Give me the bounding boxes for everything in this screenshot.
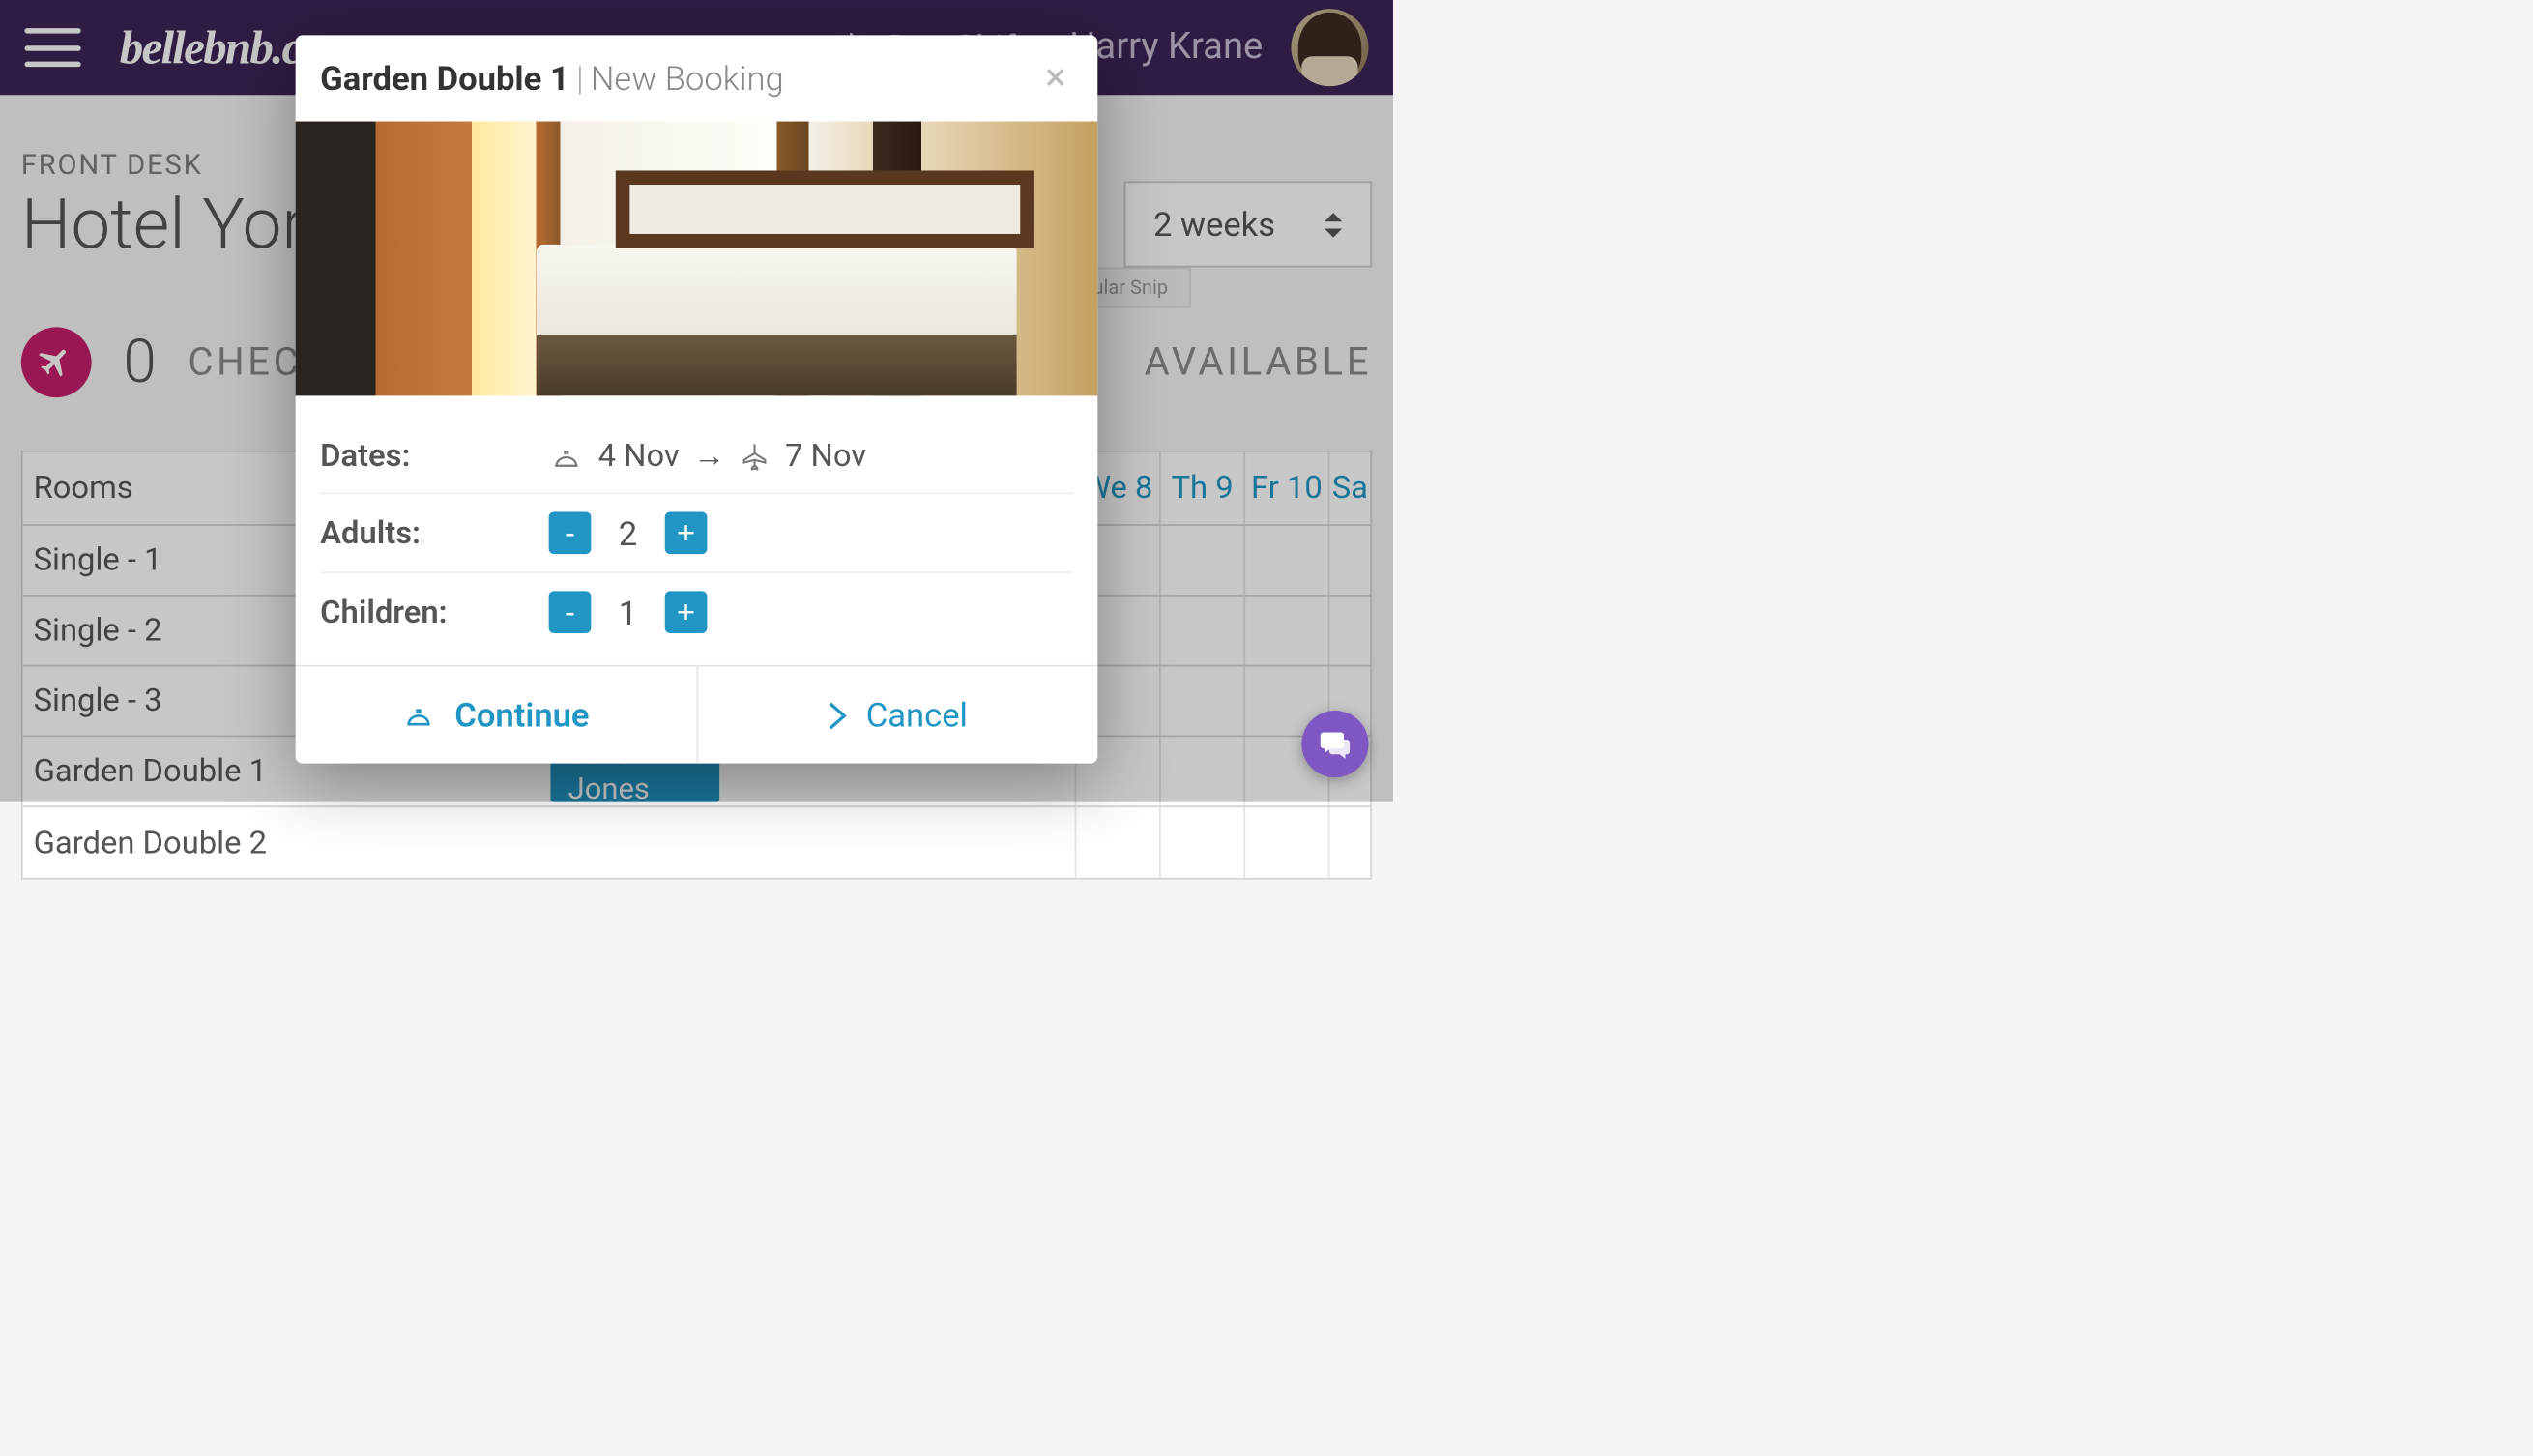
modal-header: Garden Double 1|New Booking × [296,35,1098,121]
plane-icon [740,441,772,473]
chat-icon [1318,726,1353,761]
dates-label: Dates: [320,438,549,475]
children-increment[interactable]: + [665,591,708,633]
children-decrement[interactable]: - [549,591,592,633]
room-row[interactable]: Garden Double 2 .... [23,807,1371,878]
bell-icon [402,701,437,729]
bell-icon [549,443,584,471]
adults-stepper: - 2 + [549,511,708,554]
modal-footer: Continue Cancel [296,665,1098,764]
room-image [296,122,1098,396]
close-button[interactable]: × [1038,56,1073,100]
checkout-date: 7 Nov [785,438,866,475]
adults-decrement[interactable]: - [549,511,592,554]
chevron-right-icon [828,699,849,731]
checkin-date: 4 Nov [598,438,680,475]
chat-button[interactable] [1301,711,1368,777]
room-name: Garden Double 2 [23,824,456,860]
arrow-icon: → [693,438,725,475]
continue-button[interactable]: Continue [296,667,698,764]
adults-increment[interactable]: + [665,511,708,554]
children-label: Children: [320,594,549,630]
new-booking-modal: Garden Double 1|New Booking × Dates: 4 N… [296,35,1098,763]
adults-label: Adults: [320,514,549,551]
children-row: Children: - 1 + [320,573,1073,651]
children-value: 1 [616,592,640,632]
adults-row: Adults: - 2 + [320,494,1073,573]
cancel-button[interactable]: Cancel [697,667,1097,764]
dates-row: Dates: 4 Nov → 7 Nov [320,421,1073,494]
adults-value: 2 [616,512,640,553]
modal-title: Garden Double 1|New Booking [320,58,784,99]
children-stepper: - 1 + [549,591,708,633]
